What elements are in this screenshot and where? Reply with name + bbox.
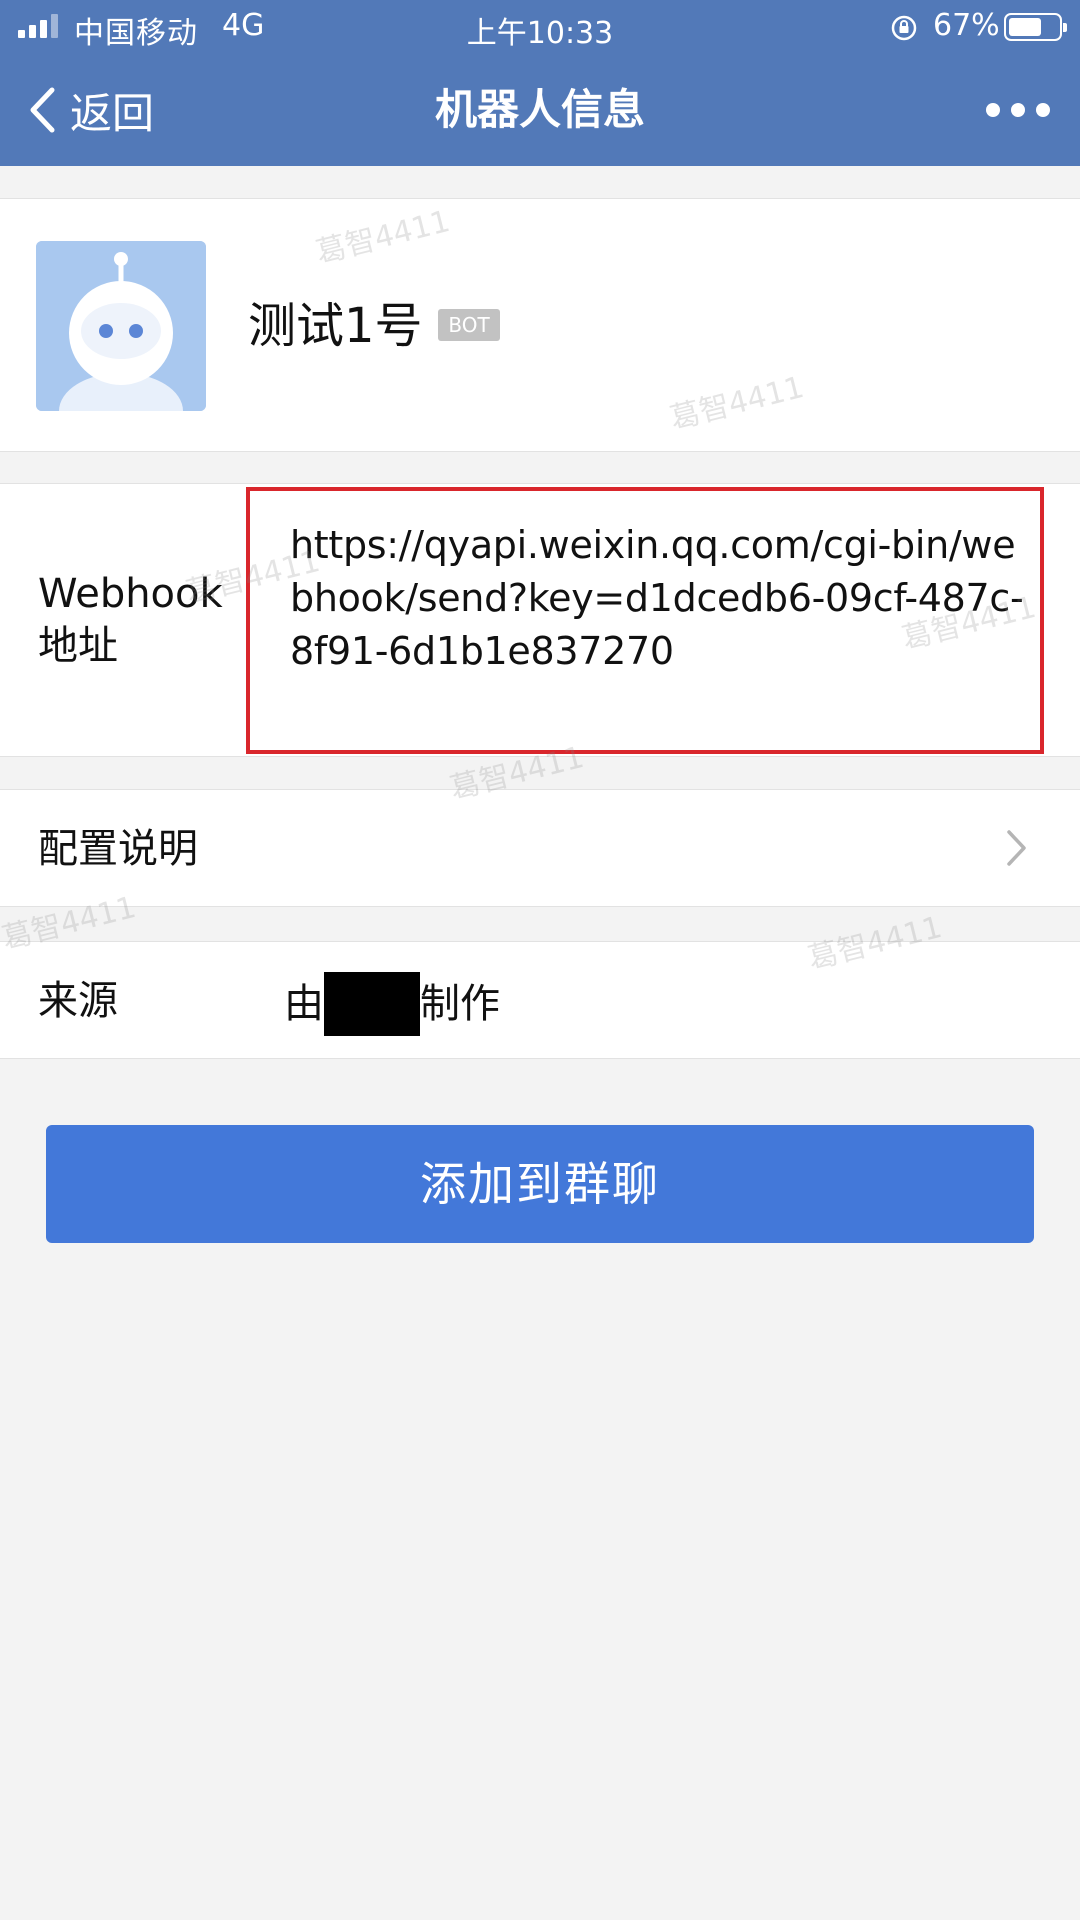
webhook-section: Webhook 地址 https://qyapi.weixin.qq.com/c… xyxy=(0,483,1080,757)
webhook-highlight-box: https://qyapi.weixin.qq.com/cgi-bin/webh… xyxy=(246,487,1044,754)
battery-percent: 67% xyxy=(933,8,1000,43)
chevron-right-icon xyxy=(1007,830,1026,866)
page-title: 机器人信息 xyxy=(434,85,645,134)
config-label: 配置说明 xyxy=(38,826,198,872)
source-prefix: 由 xyxy=(284,981,324,1027)
bot-name: 测试1号 xyxy=(248,298,423,354)
source-value: 由 制作 xyxy=(284,972,500,1036)
webhook-url[interactable]: https://qyapi.weixin.qq.com/cgi-bin/webh… xyxy=(290,519,1032,678)
more-dots-icon xyxy=(986,103,1000,117)
webhook-label: Webhook 地址 xyxy=(38,571,223,669)
source-row: 来源 由 制作 xyxy=(0,941,1080,1059)
config-instructions-row[interactable]: 配置说明 xyxy=(0,789,1080,907)
bot-badge: BOT xyxy=(438,309,500,341)
nav-bar: 返回 机器人信息 xyxy=(0,54,1080,166)
header: 中国移动 4G 上午10:33 67% 返回 机器人信息 xyxy=(0,0,1080,166)
status-time: 上午10:33 xyxy=(466,16,614,51)
bot-profile-card: 测试1号 BOT xyxy=(0,198,1080,452)
more-options-button[interactable] xyxy=(986,96,1050,124)
source-suffix: 制作 xyxy=(420,981,500,1027)
rotation-lock-icon xyxy=(891,15,917,41)
battery-icon xyxy=(1004,13,1067,41)
battery-level xyxy=(1009,18,1042,36)
redacted-block xyxy=(324,972,420,1036)
source-label: 来源 xyxy=(38,978,118,1024)
bot-avatar xyxy=(36,241,206,411)
status-bar: 中国移动 4G 上午10:33 67% xyxy=(0,0,1080,54)
add-to-group-chat-button[interactable]: 添加到群聊 xyxy=(46,1125,1034,1243)
robot-icon xyxy=(36,241,206,411)
